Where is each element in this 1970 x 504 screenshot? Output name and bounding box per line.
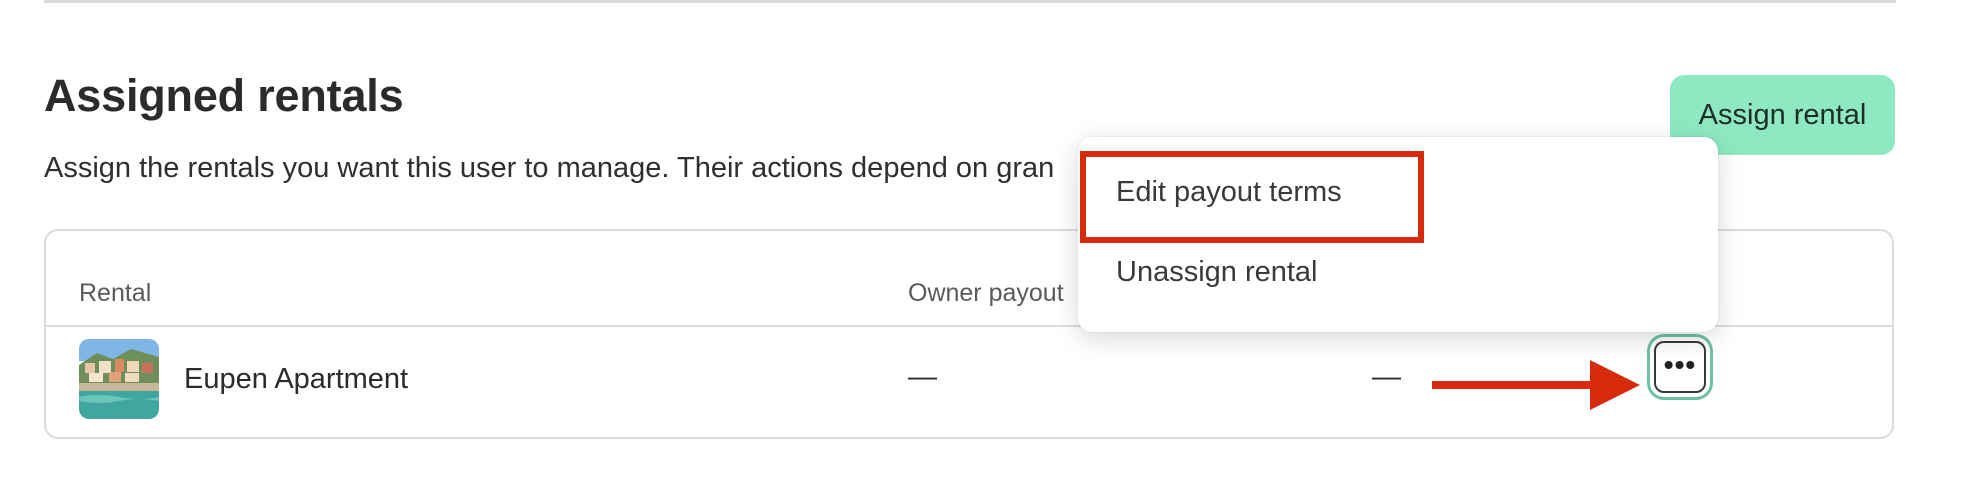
column-header-owner-payout: Owner payout	[908, 279, 1064, 307]
rental-name[interactable]: Eupen Apartment	[184, 361, 408, 397]
section-description: Assign the rentals you want this user to…	[44, 152, 1055, 184]
top-divider	[44, 0, 1896, 3]
row-actions-button[interactable]: •••	[1654, 341, 1706, 393]
row-actions-menu: Edit payout terms Unassign rental	[1078, 137, 1718, 332]
more-horizontal-icon: •••	[1663, 349, 1697, 380]
menu-item-edit-payout-terms[interactable]: Edit payout terms	[1116, 174, 1342, 210]
arrow-right-icon	[1432, 360, 1640, 410]
column-header-rental: Rental	[79, 279, 152, 307]
rental-thumbnail-image	[79, 339, 159, 419]
section-title: Assigned rentals	[44, 70, 404, 121]
menu-item-unassign-rental[interactable]: Unassign rental	[1116, 254, 1318, 290]
rental-thumbnail	[79, 339, 159, 419]
owner-payout-value: —	[908, 361, 937, 393]
secondary-value: —	[1372, 361, 1401, 393]
